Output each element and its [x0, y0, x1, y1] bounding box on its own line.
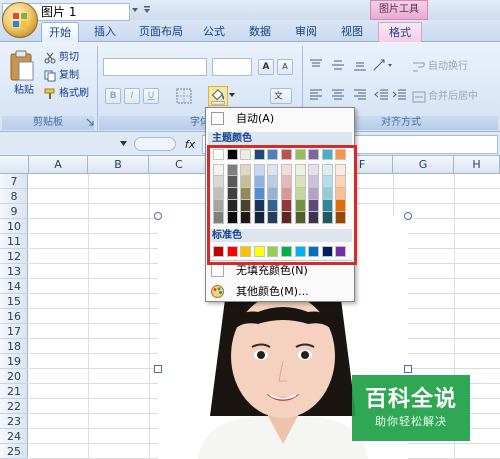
no-fill-icon — [211, 264, 224, 277]
row-header[interactable]: 9 — [0, 204, 28, 219]
group-separator — [97, 46, 98, 130]
borders-icon[interactable] — [176, 88, 194, 104]
row-header[interactable]: 11 — [0, 234, 28, 249]
cut-button[interactable]: 剪切 — [59, 49, 99, 67]
office-logo-icon — [13, 13, 27, 27]
automatic-color-item[interactable]: 自动(A) — [208, 110, 352, 128]
formula-bar-splitter[interactable] — [134, 137, 176, 151]
wrap-text-icon — [413, 62, 425, 72]
column-header-b[interactable]: B — [88, 156, 149, 174]
align-middle-icon[interactable] — [330, 58, 346, 72]
picture-tools-label: 图片工具 — [370, 0, 428, 20]
align-left-icon[interactable] — [308, 88, 324, 102]
watermark-title: 百科全说 — [364, 387, 457, 412]
align-center-icon[interactable] — [330, 88, 346, 102]
select-all-corner[interactable] — [0, 156, 29, 174]
phonetic-icon: 文 — [274, 89, 283, 101]
row-header[interactable]: 15 — [0, 294, 28, 309]
merge-center-icon — [412, 91, 426, 103]
shrink-font-button[interactable]: A — [277, 59, 293, 75]
row-header[interactable]: 21 — [0, 384, 28, 399]
format-painter-button[interactable]: 格式刷 — [59, 85, 99, 103]
fill-color-icon[interactable] — [208, 86, 228, 106]
font-name-combo[interactable] — [103, 58, 207, 76]
row-header[interactable]: 14 — [0, 279, 28, 294]
tab-data[interactable]: 数据 — [242, 22, 278, 42]
align-top-icon[interactable] — [308, 58, 324, 72]
tab-insert[interactable]: 插入 — [86, 22, 124, 42]
row-header[interactable]: 23 — [0, 414, 28, 429]
align-bottom-icon[interactable] — [352, 58, 368, 72]
column-header-h[interactable]: H — [454, 156, 500, 174]
increase-indent-icon[interactable] — [392, 88, 408, 102]
decrease-indent-icon[interactable] — [374, 88, 390, 102]
automatic-color-label: 自动(A) — [236, 112, 275, 125]
customize-qat-icon[interactable] — [144, 6, 150, 14]
row-header[interactable]: 20 — [0, 369, 28, 384]
text-orientation-icon[interactable] — [372, 58, 394, 72]
insert-function-button[interactable]: fx — [180, 137, 200, 153]
tab-page-layout[interactable]: 页面布局 — [133, 22, 189, 42]
row-header[interactable]: 18 — [0, 339, 28, 354]
wrap-text-button[interactable]: 自动换行 — [428, 58, 494, 76]
fill-color-dropdown-icon[interactable] — [229, 93, 235, 97]
tab-view[interactable]: 视图 — [334, 22, 370, 42]
row-header[interactable]: 25 — [0, 444, 28, 459]
font-size-combo[interactable] — [212, 58, 252, 76]
watermark-badge: 百科全说 助你轻松解决 — [352, 375, 470, 441]
office-button[interactable] — [2, 2, 38, 38]
resize-handle-right[interactable] — [404, 365, 412, 373]
svg-text:文: 文 — [274, 89, 283, 101]
more-colors-item[interactable]: 其他颜色(M)... — [208, 283, 352, 301]
resize-handle-left[interactable] — [154, 365, 162, 373]
tab-formulas[interactable]: 公式 — [196, 22, 232, 42]
resize-handle-top-right[interactable] — [404, 212, 412, 220]
bold-button[interactable]: B — [105, 88, 121, 104]
row-header[interactable]: 8 — [0, 189, 28, 204]
copy-button[interactable]: 复制 — [59, 67, 99, 85]
paste-icon[interactable] — [8, 50, 36, 82]
column-header-c[interactable]: C — [149, 156, 210, 174]
merge-center-button[interactable]: 合并后居中 — [428, 88, 494, 106]
column-header-a[interactable]: A — [29, 156, 88, 174]
row-header[interactable]: 22 — [0, 399, 28, 414]
theme-colors-heading: 主题颜色 — [208, 132, 352, 145]
format-painter-icon — [44, 88, 55, 99]
row-header[interactable]: 12 — [0, 249, 28, 264]
resize-handle-top-left[interactable] — [154, 212, 162, 220]
clipboard-group-label: 剪贴板 — [2, 116, 94, 130]
row-header[interactable]: 24 — [0, 429, 28, 444]
row-header[interactable]: 13 — [0, 264, 28, 279]
print-preview-dropdown-icon[interactable] — [132, 8, 138, 12]
align-right-icon[interactable] — [352, 88, 368, 102]
automatic-swatch — [211, 112, 224, 125]
italic-button[interactable]: I — [124, 88, 140, 104]
phonetic-button[interactable]: 文 — [270, 88, 292, 104]
cut-icon — [44, 52, 56, 64]
grow-font-button[interactable]: A — [258, 59, 274, 75]
row-header[interactable]: 10 — [0, 219, 28, 234]
watermark-subtitle: 助你轻松解决 — [375, 415, 447, 428]
name-box-dropdown-icon[interactable] — [120, 141, 127, 146]
underline-button[interactable]: U — [143, 88, 159, 104]
row-header[interactable]: 17 — [0, 324, 28, 339]
paste-button[interactable]: 粘贴 — [10, 82, 38, 100]
more-colors-label: 其他颜色(M)... — [236, 285, 309, 298]
row-header[interactable]: 19 — [0, 354, 28, 369]
copy-icon — [44, 70, 56, 82]
clipboard-dialog-launcher-icon[interactable] — [86, 118, 94, 126]
tab-review[interactable]: 审阅 — [288, 22, 324, 42]
tab-format[interactable]: 格式 — [378, 22, 422, 42]
tab-home[interactable]: 开始 — [41, 22, 79, 42]
color-palette-icon — [211, 285, 224, 298]
column-header-g[interactable]: G — [393, 156, 454, 174]
row-header[interactable]: 16 — [0, 309, 28, 324]
theme-colors-highlight-box — [207, 145, 357, 265]
row-header[interactable]: 7 — [0, 174, 28, 189]
